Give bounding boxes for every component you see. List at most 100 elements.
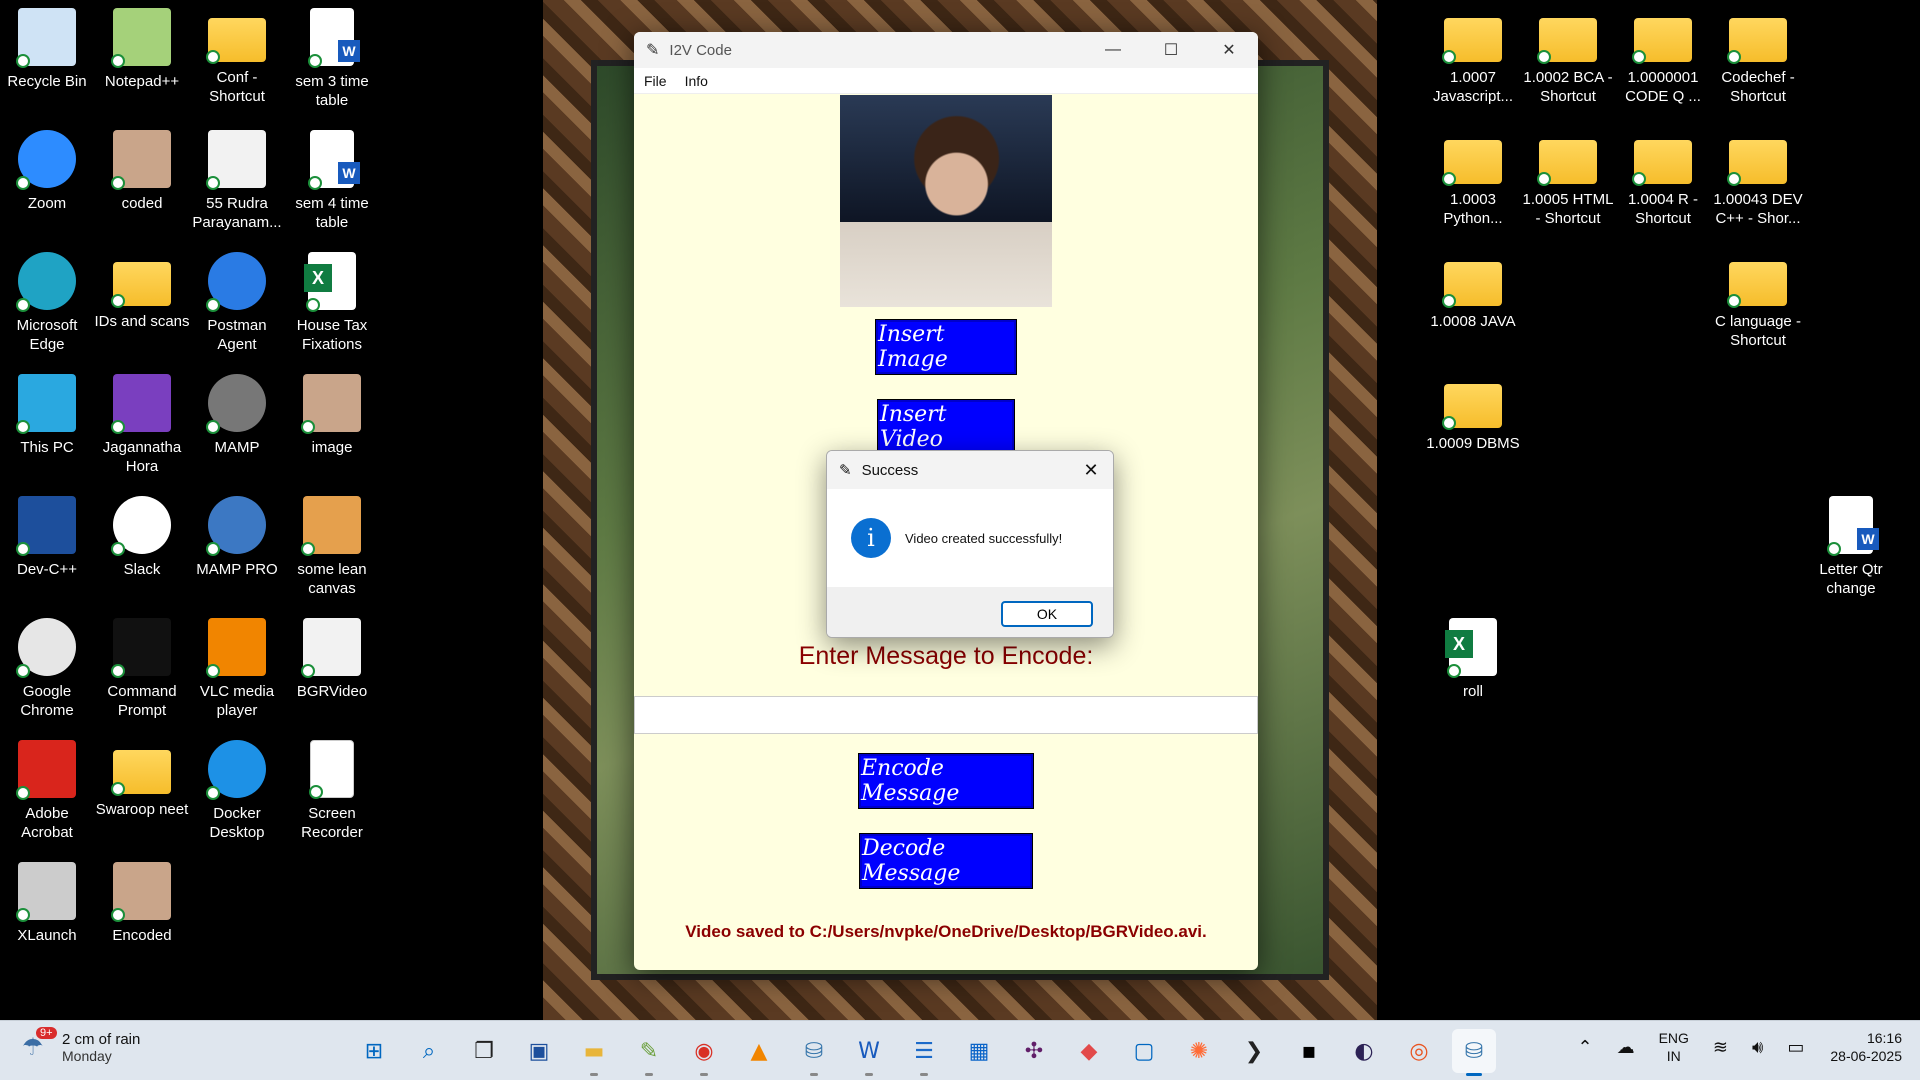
desktop-icon[interactable]: Notepad++ <box>94 8 190 91</box>
desktop-icon[interactable]: 1.0004 R - Shortcut <box>1615 130 1711 228</box>
insert-video-button[interactable]: Insert Video <box>878 400 1014 454</box>
eclipse-icon[interactable]: ◐ <box>1342 1029 1386 1073</box>
desktop-icon[interactable]: C language - Shortcut <box>1710 252 1806 350</box>
sync-status-icon <box>111 908 125 922</box>
windows-start-icon[interactable]: ⊞ <box>352 1029 396 1073</box>
desktop-icon[interactable]: roll <box>1425 618 1521 701</box>
desktop-icon[interactable]: 1.0000001 CODE Q ... <box>1615 8 1711 106</box>
desktop-icon-label: MAMP PRO <box>196 561 278 578</box>
excel-icon <box>304 252 356 312</box>
desktop-icon[interactable]: 1.0008 JAVA <box>1425 252 1521 331</box>
lang-code: ENG <box>1658 1030 1689 1046</box>
postman-icon <box>206 252 266 312</box>
encode-message-button[interactable]: Encode Message <box>859 754 1033 808</box>
desktop-icon[interactable]: Dev-C++ <box>0 496 95 579</box>
desktop-icon[interactable]: image <box>284 374 380 457</box>
desktop-icon[interactable]: some lean canvas <box>284 496 380 598</box>
dialog-titlebar[interactable]: ✎ Success ✕ <box>827 451 1113 489</box>
xlaunch-icon <box>16 862 76 922</box>
chevron-up-icon[interactable]: ⌃ <box>1577 1037 1592 1058</box>
python-icon[interactable]: ⛁ <box>1452 1029 1496 1076</box>
desktop-icon[interactable]: Docker Desktop <box>189 740 285 842</box>
desktop-icon[interactable]: Encoded <box>94 862 190 945</box>
maximize-button[interactable]: ☐ <box>1142 32 1200 68</box>
desktop-icon-label: 1.00043 DEV C++ - Shor... <box>1713 191 1803 227</box>
desktop-icon[interactable]: Postman Agent <box>189 252 285 354</box>
desktop-icon[interactable]: Command Prompt <box>94 618 190 720</box>
search-icon[interactable]: ⌕ <box>407 1029 451 1073</box>
desktop-icon[interactable]: BGRVideo <box>284 618 380 701</box>
ubuntu-icon[interactable]: ◎ <box>1397 1029 1441 1073</box>
menu-info[interactable]: Info <box>685 73 708 89</box>
notepadpp-icon[interactable]: ✎ <box>627 1029 671 1076</box>
notepad-icon[interactable]: ☰ <box>902 1029 946 1076</box>
slack-icon[interactable]: ✣ <box>1012 1029 1056 1073</box>
desktop-icon[interactable]: 1.0009 DBMS <box>1425 374 1521 453</box>
wifi-icon[interactable]: ≋ <box>1713 1037 1728 1058</box>
desktop-icon[interactable]: Slack <box>94 496 190 579</box>
volume-icon[interactable]: 🔊︎ <box>1752 1037 1763 1058</box>
sync-status-icon <box>1442 172 1456 186</box>
word-icon[interactable]: W <box>847 1029 891 1076</box>
desktop-icon[interactable]: 1.0002 BCA - Shortcut <box>1520 8 1616 106</box>
desktop-icon[interactable]: Google Chrome <box>0 618 95 720</box>
desktop-icon[interactable]: Microsoft Edge <box>0 252 95 354</box>
desktop-icon[interactable]: Screen Recorder <box>284 740 380 842</box>
desktop-icon[interactable]: IDs and scans <box>94 252 190 331</box>
devto-icon[interactable]: ▣ <box>517 1029 561 1073</box>
postman-icon[interactable]: ✺ <box>1177 1029 1221 1073</box>
window-icon[interactable]: ▢ <box>1122 1029 1166 1073</box>
task-view-icon[interactable]: ❐ <box>462 1029 506 1073</box>
weather-widget[interactable]: ☂ 9+ 2 cm of rain Monday <box>22 1026 140 1064</box>
desktop-icon[interactable]: VLC media player <box>189 618 285 720</box>
decode-message-button[interactable]: Decode Message <box>860 834 1032 888</box>
app-grid-icon[interactable]: ◆ <box>1067 1029 1111 1073</box>
desktop-icon[interactable]: Swaroop neet <box>94 740 190 819</box>
chrome-icon[interactable]: ◉ <box>682 1029 726 1076</box>
dialog-close-button[interactable]: ✕ <box>1069 460 1113 481</box>
desktop-icon[interactable]: This PC <box>0 374 95 457</box>
desktop-icon[interactable]: Codechef - Shortcut <box>1710 8 1806 106</box>
folder-icon <box>1442 262 1502 308</box>
desktop-icon[interactable]: XLaunch <box>0 862 95 945</box>
desktop-icon[interactable]: House Tax Fixations <box>284 252 380 354</box>
store-icon[interactable]: ▦ <box>957 1029 1001 1073</box>
desktop-icon[interactable]: Jagannatha Hora <box>94 374 190 476</box>
image-icon <box>111 862 171 922</box>
file-explorer-icon[interactable]: ▬ <box>572 1029 616 1076</box>
menu-file[interactable]: File <box>644 73 667 89</box>
vlc-icon[interactable]: ▲ <box>737 1029 781 1073</box>
minimize-button[interactable]: — <box>1084 32 1142 68</box>
close-button[interactable]: ✕ <box>1200 32 1258 68</box>
desktop-icon[interactable]: MAMP PRO <box>189 496 285 579</box>
desktop-icon[interactable]: 1.0003 Python... <box>1425 130 1521 228</box>
python-idle-icon[interactable]: ⛁ <box>792 1029 836 1076</box>
desktop-icon[interactable]: sem 4 time table <box>284 130 380 232</box>
language-indicator[interactable]: ENG IN <box>1659 1029 1689 1065</box>
app-titlebar[interactable]: ✎ I2V Code — ☐ ✕ <box>634 32 1258 68</box>
terminal-icon[interactable]: ❯ <box>1232 1029 1276 1073</box>
desktop-icon[interactable]: coded <box>94 130 190 213</box>
desktop-icon[interactable]: Conf - Shortcut <box>189 8 285 106</box>
mamp-pro-icon <box>206 496 266 556</box>
desktop-icon-label: sem 4 time table <box>295 195 369 231</box>
desktop-icon-label: IDs and scans <box>94 313 190 330</box>
insert-image-button[interactable]: Insert Image <box>876 320 1016 374</box>
desktop-icon[interactable]: Zoom <box>0 130 95 213</box>
desktop-icon[interactable]: MAMP <box>189 374 285 457</box>
desktop-icon[interactable]: Adobe Acrobat <box>0 740 95 842</box>
onedrive-icon[interactable]: ☁ <box>1617 1037 1635 1058</box>
desktop-icon[interactable]: 1.0007 Javascript... <box>1425 8 1521 106</box>
cmd-icon[interactable]: ▪ <box>1287 1029 1331 1073</box>
desktop-icon[interactable]: 55 Rudra Parayanam... <box>189 130 285 232</box>
desktop-icon[interactable]: Recycle Bin <box>0 8 95 91</box>
desktop-icon[interactable]: 1.00043 DEV C++ - Shor... <box>1710 130 1806 228</box>
clock[interactable]: 16:16 28-06-2025 <box>1830 1029 1902 1065</box>
desktop-icon[interactable]: Letter Qtr change <box>1803 496 1899 598</box>
desktop-icon[interactable]: 1.0005 HTML - Shortcut <box>1520 130 1616 228</box>
battery-icon[interactable]: ▭ <box>1787 1037 1804 1058</box>
message-input[interactable] <box>634 696 1258 734</box>
cmd-icon <box>111 618 171 678</box>
desktop-icon[interactable]: sem 3 time table <box>284 8 380 110</box>
ok-button[interactable]: OK <box>1001 601 1093 627</box>
